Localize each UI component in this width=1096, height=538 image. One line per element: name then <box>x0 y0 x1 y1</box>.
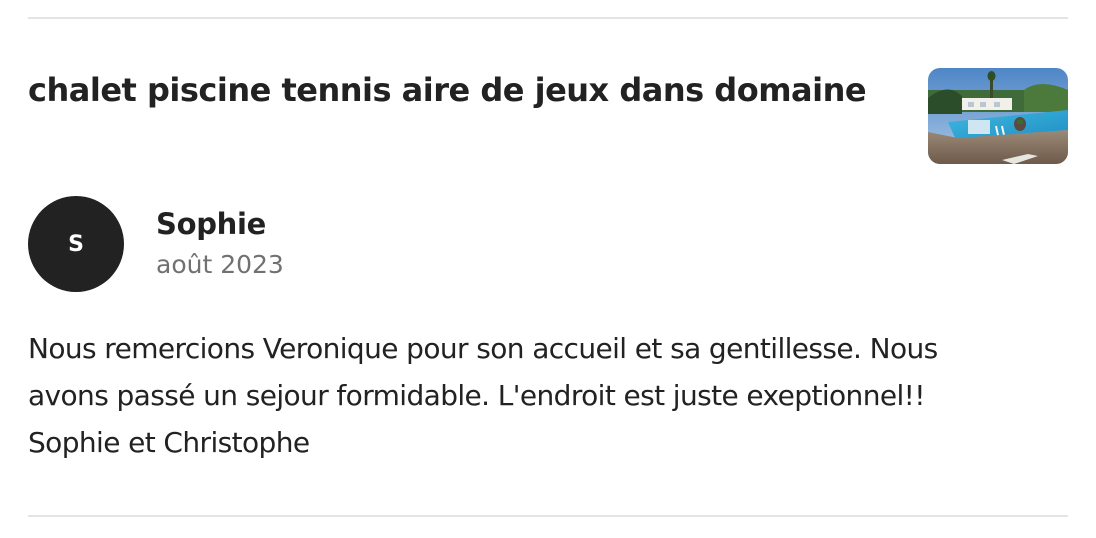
review-text-line: avons passé un sejour formidable. L'endr… <box>28 379 926 412</box>
avatar-initial: S <box>68 231 84 257</box>
listing-thumbnail[interactable] <box>928 68 1068 164</box>
review-text: Nous remercions Veronique pour son accue… <box>28 325 1068 466</box>
review-text-line: Nous remercions Veronique pour son accue… <box>28 332 938 365</box>
review-date: août 2023 <box>156 250 284 279</box>
pool-photo-icon <box>928 68 1068 164</box>
avatar[interactable]: S <box>28 196 124 292</box>
bottom-divider <box>28 515 1068 517</box>
listing-title: chalet piscine tennis aire de jeux dans … <box>28 71 867 109</box>
reviewer-name[interactable]: Sophie <box>156 206 266 242</box>
review-text-line: Sophie et Christophe <box>28 426 310 459</box>
top-divider <box>28 17 1068 19</box>
